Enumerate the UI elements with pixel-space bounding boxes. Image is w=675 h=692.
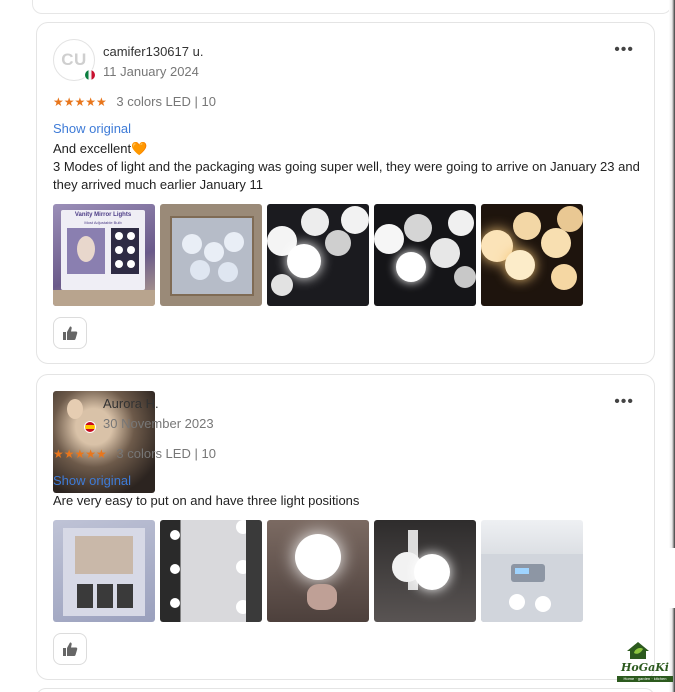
review-variant: 3 colors LED [116,446,191,461]
review-meta: ★★★★★ 3 colors LED | 10 [53,94,216,109]
review-date: 11 January 2024 [103,64,199,79]
review-photos: Vanity Mirror Lights Most Adjustable Bul… [53,204,583,306]
review-photo[interactable] [267,204,369,306]
helpful-like-button[interactable] [53,633,87,665]
product-box-title: Vanity Mirror Lights [74,212,132,218]
star-rating: ★★★★★ [53,447,107,461]
star-rating: ★★★★★ [53,95,107,109]
product-box-subtitle: Most Adjustable Bulb [84,220,122,225]
review-text-body: 3 Modes of light and the packaging was g… [53,159,640,192]
previous-review-card [32,0,672,14]
more-options-button[interactable]: ••• [614,41,634,59]
review-variant-size: 10 [201,94,216,109]
review-photo[interactable] [53,520,155,622]
review-photo[interactable] [374,520,476,622]
review-text: Are very easy to put on and have three l… [53,493,360,508]
review-card: Aurora H. 30 November 2023 ••• ★★★★★ 3 c… [36,374,655,680]
review-photo[interactable] [267,520,369,622]
watermark-logo: HoGaKi Home · garden · kitchen [617,639,673,689]
watermark-brand: HoGaKi [621,661,669,674]
review-photo[interactable] [374,204,476,306]
page-edge-shadow [669,0,675,692]
thumbs-up-icon [63,326,78,340]
variant-separator: | [194,446,198,461]
review-photo[interactable] [160,204,262,306]
review-text-line: And excellent [53,141,132,156]
review-variant: 3 colors LED [116,94,191,109]
house-leaf-icon [627,642,649,659]
watermark-tagline: Home · garden · kitchen [617,676,673,682]
review-meta: ★★★★★ 3 colors LED | 10 [53,446,216,461]
thumbs-up-icon [63,642,78,656]
review-variant-size: 10 [201,446,216,461]
review-photo[interactable] [160,520,262,622]
country-flag-icon [84,421,96,433]
review-photos [53,520,583,622]
heart-emoji: 🧡 [131,142,148,157]
next-review-card [36,688,655,692]
country-flag-icon [84,69,96,81]
review-photo[interactable]: Vanity Mirror Lights Most Adjustable Bul… [53,204,155,306]
review-photo[interactable] [481,520,583,622]
variant-separator: | [194,94,198,109]
review-text: And excellent🧡 [53,140,643,159]
show-original-link[interactable]: Show original [53,121,131,136]
show-original-link[interactable]: Show original [53,473,131,488]
review-card: CU camifer130617 u. 11 January 2024 ••• … [36,22,655,364]
review-author: camifer130617 u. [103,44,204,59]
review-author: Aurora H. [103,396,159,411]
review-photo[interactable] [481,204,583,306]
review-date: 30 November 2023 [103,416,214,431]
helpful-like-button[interactable] [53,317,87,349]
more-options-button[interactable]: ••• [614,393,634,411]
